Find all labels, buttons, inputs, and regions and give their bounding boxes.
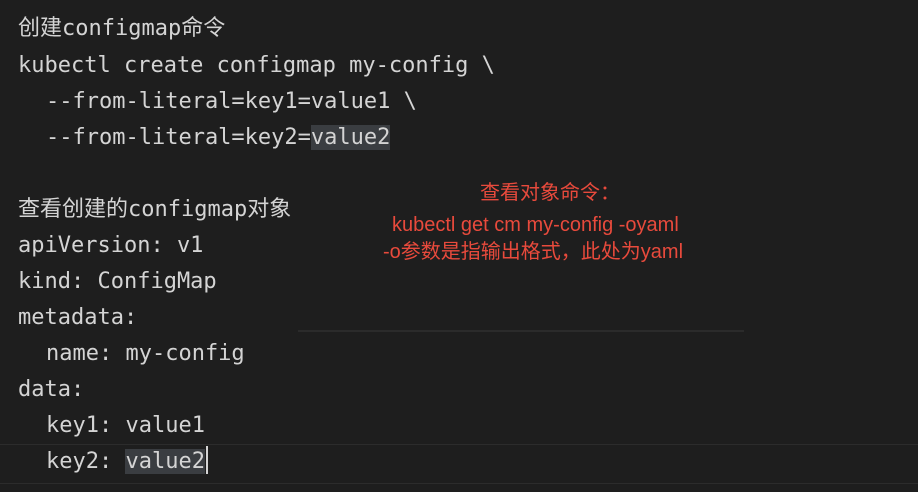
annotation-title: 查看对象命令： — [480, 182, 620, 204]
kind-line: kind: ConfigMap — [18, 269, 217, 294]
api-version-line: apiVersion: v1 — [18, 233, 204, 258]
name-line: name: my-config — [46, 341, 245, 366]
data-line: data: — [18, 377, 85, 402]
from-literal-key2-prefix: --from-literal=key2= — [46, 125, 311, 150]
text-cursor — [205, 446, 208, 474]
key2-line: key2: value2 — [46, 444, 208, 480]
command-comment-line: 创建configmap命令 — [18, 16, 226, 41]
key2-prefix: key2: — [46, 449, 126, 474]
key1-line: key1: value1 — [46, 413, 205, 438]
from-literal-key1-line: --from-literal=key1=value1 \ — [46, 89, 417, 114]
view-comment-line: 查看创建的configmap对象 — [18, 197, 292, 222]
kubectl-create-line: kubectl create configmap my-config \ — [18, 53, 495, 78]
annotation-command: kubectl get cm my-config -oyaml — [392, 214, 679, 236]
annotation-explanation: -o参数是指输出格式，此处为yaml — [383, 241, 684, 263]
metadata-line: metadata: — [18, 305, 138, 330]
value2-highlight: value2 — [310, 125, 391, 150]
key2-value-highlight: value2 — [125, 449, 205, 474]
divider-line — [298, 330, 744, 332]
from-literal-key2-line: --from-literal=key2=value2 — [46, 120, 391, 156]
